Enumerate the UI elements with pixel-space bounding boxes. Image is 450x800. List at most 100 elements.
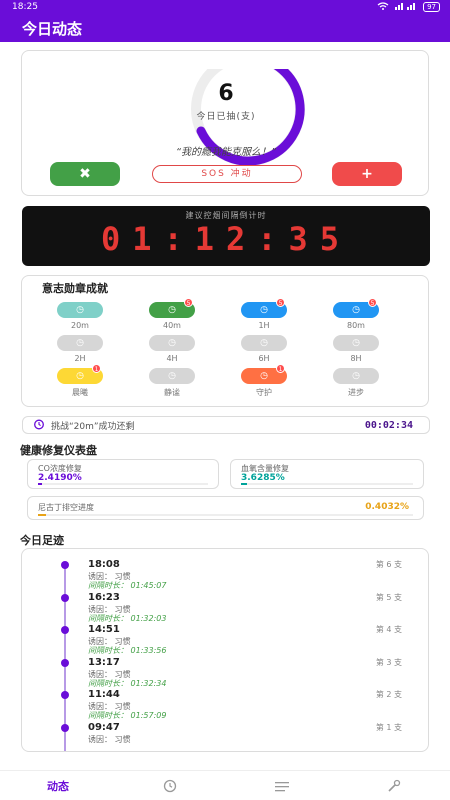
health-title: 健康修复仪表盘 (20, 444, 97, 457)
add-cigarette-button[interactable]: + (332, 162, 402, 186)
status-bar: 18:25 97 (0, 0, 450, 14)
medal-icon: ◷ (149, 335, 195, 351)
medal-icon: ◷ (149, 368, 195, 384)
signal-icon (395, 2, 417, 13)
nav-history[interactable] (150, 776, 190, 796)
page-title: 今日动态 (22, 19, 83, 38)
medal-item[interactable]: ◷ 1 守护 (234, 364, 294, 398)
remove-button[interactable]: ✖ (50, 162, 120, 186)
medal-label: 静谧 (164, 388, 180, 397)
wifi-icon (377, 1, 389, 13)
medal-item[interactable]: ◷ 6H (234, 335, 294, 363)
nav-list[interactable] (262, 776, 302, 796)
medal-icon: ◷ (57, 335, 103, 351)
medal-item[interactable]: ◷ 1 晨曦 (50, 364, 110, 398)
footprint-time: 13:17 (88, 656, 120, 668)
footprint-time: 11:44 (88, 689, 120, 700)
footprint-number: 第 6 支 (375, 560, 402, 569)
footprint-number: 第 3 支 (375, 657, 402, 667)
medal-item[interactable]: ◷ 5 1H (234, 298, 294, 330)
co-recovery-value: 2.4190% (38, 473, 82, 483)
medal-label: 2H (74, 354, 86, 363)
list-icon (275, 782, 289, 792)
co-recovery-bar (38, 483, 208, 485)
smoke-count: 6 (218, 81, 234, 106)
bottom-nav: 动态 (0, 770, 450, 800)
medals-title: 意志勋章成就 (42, 282, 108, 295)
footprint-number: 第 4 支 (375, 625, 402, 634)
timeline-dot (61, 593, 69, 602)
medal-label: 进步 (348, 388, 364, 397)
footprint-time: 16:23 (88, 591, 120, 603)
timeline-dot (61, 658, 69, 667)
nicotine-label: 尼古丁排空进度 (38, 503, 94, 512)
clock-icon (163, 779, 177, 793)
medal-icon: ◷ (333, 368, 379, 384)
nicotine-card: 尼古丁排空进度 0.4032% (27, 496, 424, 520)
medals-card: 意志勋章成就 ◷ 20m ◷ 5 40m ◷ 5 1H ◷ 5 80m ◷ 2H ◷ 4H ◷ 6H ◷ 8H ◷ 1 晨… (21, 275, 429, 407)
footprint-cause: 诱因： 习惯 (88, 734, 131, 744)
challenge-text: 挑战“20m”成功还剩 (51, 421, 135, 432)
footprint-interval: 间隔时长： 01:32:34 (88, 678, 167, 688)
timeline-line (64, 563, 66, 751)
medal-item[interactable]: ◷ 4H (142, 335, 202, 363)
medal-icon: ◷ 1 (57, 364, 103, 384)
medal-label: 20m (71, 321, 89, 330)
app-bar: 今日动态 (0, 14, 450, 42)
footprint-number: 第 1 支 (375, 722, 402, 732)
medal-icon: ◷ 5 (333, 298, 379, 318)
medal-icon: ◷ 1 (241, 364, 287, 384)
status-time: 18:25 (12, 2, 38, 12)
footprint-time: 18:08 (88, 559, 120, 570)
motivation-quote: “我的瘾我能克服么！” (175, 147, 277, 158)
footprints-title: 今日足迹 (20, 534, 64, 547)
challenge-bar[interactable]: 挑战“20m”成功还剩 00:02:34 (22, 416, 430, 434)
battery-indicator: 97 (423, 2, 440, 12)
timeline-dot (61, 691, 69, 699)
medal-item[interactable]: ◷ 5 80m (326, 298, 386, 330)
medal-label: 4H (166, 354, 178, 363)
medal-badge: 5 (184, 298, 193, 307)
medal-item[interactable]: ◷ 2H (50, 335, 110, 363)
footprint-number: 第 2 支 (375, 690, 402, 699)
footprint-interval: 间隔时长： 01:45:07 (88, 581, 167, 590)
timeline-dot (61, 723, 69, 732)
wrench-icon (388, 779, 401, 792)
oxygen-recovery-value: 3.6285% (241, 473, 285, 483)
nicotine-value: 0.4032% (365, 502, 409, 512)
alarm-icon (33, 418, 45, 433)
footprint-interval: 间隔时长： 01:33:56 (88, 646, 167, 655)
footprint-time: 09:47 (88, 721, 120, 733)
medal-label: 1H (258, 321, 270, 330)
smoke-count-label: 今日已抽(支) (196, 112, 256, 122)
timeline-dot (61, 626, 69, 634)
medal-icon: ◷ 5 (149, 298, 195, 318)
medal-item[interactable]: ◷ 静谧 (142, 368, 202, 398)
timer-value: 01:12:35 (100, 220, 352, 258)
nicotine-bar (38, 514, 413, 516)
medal-item[interactable]: ◷ 8H (326, 335, 386, 363)
medal-item[interactable]: ◷ 5 40m (142, 298, 202, 330)
medal-icon: ◷ (333, 335, 379, 351)
medal-label: 守护 (256, 388, 272, 397)
timeline-dot (61, 561, 69, 569)
sos-craving-button[interactable]: SOS 冲动 (152, 165, 302, 183)
oxygen-recovery-bar (241, 483, 413, 485)
footprint-number: 第 5 支 (375, 592, 402, 602)
medal-item[interactable]: ◷ 进步 (326, 368, 386, 398)
oxygen-recovery-card: 血氧含量修复 3.6285% (230, 459, 424, 489)
medal-icon: ◷ (241, 335, 287, 351)
medal-label: 80m (347, 321, 365, 330)
countdown-timer: 建议控烟间隔倒计时 01:12:35 (22, 206, 430, 266)
medal-icon: ◷ 5 (241, 298, 287, 318)
medal-badge: 1 (276, 364, 285, 373)
medal-label: 40m (163, 321, 181, 330)
nav-settings[interactable] (374, 776, 414, 796)
nav-home[interactable]: 动态 (38, 776, 78, 796)
co-recovery-card: CO浓度修复 2.4190% (27, 459, 219, 489)
footprint-interval: 间隔时长： 01:32:03 (88, 613, 167, 623)
medal-item[interactable]: ◷ 20m (50, 302, 110, 330)
footprints-card: 18:08 诱因： 习惯 间隔时长： 01:45:07 第 6 支 16:23 诱因： 习… (21, 548, 429, 752)
medal-icon: ◷ (57, 302, 103, 318)
medal-badge: 5 (276, 298, 285, 307)
